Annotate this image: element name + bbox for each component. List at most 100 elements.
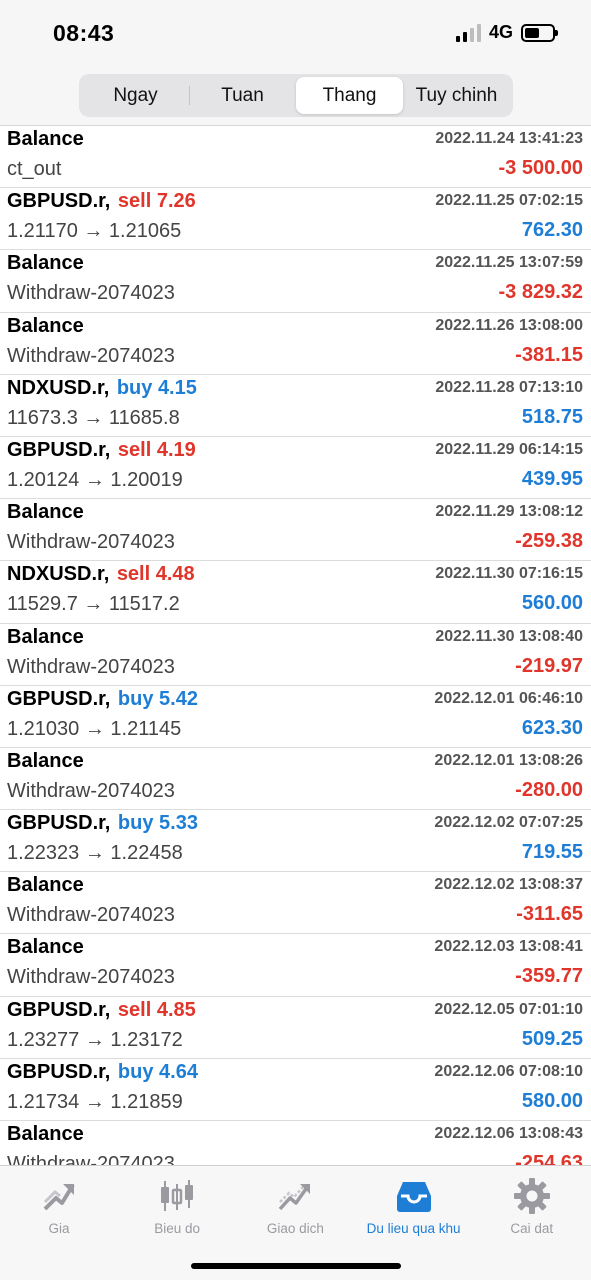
tab-du-lieu-qua-khu[interactable]: Du lieu qua khu <box>355 1166 473 1246</box>
history-row[interactable]: Balance Withdraw-2074023 2022.11.29 13:08:… <box>0 499 591 562</box>
history-row[interactable]: GBPUSD.r, sell 7.26 1.21170 → 1.21065 2022… <box>0 188 591 251</box>
row-detail: 1.23277 → 1.23172 <box>7 1028 183 1051</box>
row-datetime: 2022.12.01 06:46:10 <box>434 689 583 707</box>
tab-cai-dat[interactable]: Cai dat <box>473 1166 591 1246</box>
history-row[interactable]: Balance Withdraw-2074023 2022.12.03 13:08:… <box>0 934 591 997</box>
row-symbol: Balance <box>7 314 84 337</box>
tab-bieu-do[interactable]: Bieu do <box>118 1166 236 1246</box>
inbox-tray-icon <box>394 1176 434 1216</box>
status-bar: 08:43 4G <box>0 0 591 68</box>
row-datetime: 2022.11.26 13:08:00 <box>435 316 583 334</box>
history-row[interactable]: GBPUSD.r, buy 5.33 1.22323 → 1.22458 2022.… <box>0 810 591 873</box>
history-row[interactable]: Balance Withdraw-2074023 2022.12.01 13:08:… <box>0 748 591 811</box>
row-symbol-line: Balance <box>7 626 84 649</box>
row-datetime: 2022.11.24 13:41:23 <box>435 130 583 147</box>
history-row[interactable]: NDXUSD.r, sell 4.48 11529.7 → 11517.2 2022… <box>0 561 591 624</box>
history-row[interactable]: Balance Withdraw-2074023 2022.12.02 13:08:… <box>0 872 591 935</box>
row-symbol: Balance <box>7 252 84 275</box>
row-symbol-line: NDXUSD.r, buy 4.15 <box>7 377 197 400</box>
row-symbol-line: GBPUSD.r, buy 5.42 <box>7 688 198 711</box>
gear-icon <box>512 1176 552 1216</box>
candlestick-icon <box>157 1176 197 1216</box>
row-trade-type: sell <box>117 190 152 213</box>
row-datetime: 2022.12.06 07:08:10 <box>434 1062 583 1080</box>
row-volume: 4.64 <box>159 1060 198 1083</box>
row-symbol: Balance <box>7 936 84 959</box>
row-symbol: NDXUSD.r, <box>7 376 110 399</box>
battery-icon <box>521 23 558 42</box>
row-amount: 518.75 <box>521 405 583 428</box>
row-detail: Withdraw-2074023 <box>7 904 175 927</box>
history-row[interactable]: GBPUSD.r, sell 4.85 1.23277 → 1.23172 2022… <box>0 997 591 1059</box>
trend-arrow-icon <box>39 1176 79 1216</box>
row-symbol-line: GBPUSD.r, sell 7.26 <box>7 190 196 213</box>
history-row[interactable]: Balance Withdraw-2074023 2022.11.25 13:07:… <box>0 250 591 313</box>
row-datetime: 2022.11.25 13:07:59 <box>435 254 583 272</box>
row-trade-type: sell <box>117 438 152 461</box>
history-row[interactable]: GBPUSD.r, buy 4.64 1.21734 → 1.21859 2022.… <box>0 1059 591 1121</box>
history-list[interactable]: Balance ct_out 2022.11.24 13:41:23 -3 500.0… <box>0 126 591 1165</box>
row-amount: -381.15 <box>515 343 583 366</box>
row-amount: -280.00 <box>515 778 583 801</box>
row-symbol: Balance <box>7 128 84 150</box>
row-trade-type: buy <box>117 812 154 835</box>
row-amount: -254.63 <box>515 1152 583 1165</box>
history-row[interactable]: NDXUSD.r, buy 4.15 11673.3 → 11685.8 2022.… <box>0 375 591 437</box>
row-symbol: GBPUSD.r, <box>7 190 111 213</box>
row-volume: 4.15 <box>157 376 197 399</box>
row-detail: 1.21734 → 1.21859 <box>7 1090 183 1113</box>
history-row[interactable]: Balance ct_out 2022.11.24 13:41:23 -3 500.0… <box>0 126 591 189</box>
history-row[interactable]: GBPUSD.r, sell 4.19 1.20124 → 1.20019 2022… <box>0 437 591 500</box>
row-amount: 623.30 <box>521 716 583 739</box>
row-symbol-line: Balance <box>7 128 84 151</box>
tab-label: Du lieu qua khu <box>366 1221 461 1236</box>
row-symbol-line: NDXUSD.r, sell 4.48 <box>7 563 195 586</box>
row-detail: Withdraw-2074023 <box>7 531 175 554</box>
period-tab-thang[interactable]: Thang <box>296 77 403 114</box>
row-symbol: Balance <box>7 874 84 897</box>
row-detail: Withdraw-2074023 <box>7 344 175 367</box>
row-symbol: GBPUSD.r, <box>7 438 111 461</box>
row-volume: 5.33 <box>159 812 198 835</box>
row-symbol-line: Balance <box>7 750 84 773</box>
cellular-signal-icon <box>455 23 481 42</box>
row-symbol: GBPUSD.r, <box>7 812 111 835</box>
history-row[interactable]: Balance Withdraw-2074023 2022.11.30 13:08:… <box>0 624 591 686</box>
history-row[interactable]: Balance Withdraw-2074023 2022.11.26 13:08:… <box>0 313 591 375</box>
row-datetime: 2022.11.25 07:02:15 <box>435 192 583 210</box>
row-trade-type: buy <box>117 687 154 710</box>
period-tab-ngay[interactable]: Ngay <box>82 77 189 114</box>
row-symbol-line: Balance <box>7 874 84 897</box>
history-row[interactable]: GBPUSD.r, buy 5.42 1.21030 → 1.21145 2022.… <box>0 686 591 748</box>
row-symbol-line: Balance <box>7 315 84 338</box>
row-amount: -3 829.32 <box>498 281 583 304</box>
row-symbol-line: GBPUSD.r, sell 4.85 <box>7 999 196 1022</box>
row-datetime: 2022.12.02 07:07:25 <box>434 814 583 832</box>
row-datetime: 2022.12.01 13:08:26 <box>434 751 583 769</box>
period-tab-tuan[interactable]: Tuan <box>189 77 296 114</box>
row-symbol-line: Balance <box>7 1123 84 1146</box>
bottom-tab-bar: Gia Bieu do Giao dich Du lieu qua khu Cai da… <box>0 1165 591 1280</box>
tab-gia[interactable]: Gia <box>0 1166 118 1246</box>
row-detail: Withdraw-2074023 <box>7 282 175 305</box>
tab-giao-dich[interactable]: Giao dich <box>236 1166 354 1246</box>
history-row[interactable]: Balance Withdraw-2074023 2022.12.06 13:08:… <box>0 1121 591 1165</box>
network-type: 4G <box>488 22 513 42</box>
row-amount: 719.55 <box>521 841 583 864</box>
period-tab-tuy-chinh[interactable]: Tuy chinh <box>403 77 510 114</box>
row-datetime: 2022.11.29 06:14:15 <box>435 440 583 458</box>
row-trade-type: sell <box>117 998 152 1021</box>
tab-label: Giao dich <box>266 1221 324 1236</box>
row-symbol-line: GBPUSD.r, buy 5.33 <box>7 812 198 835</box>
row-symbol-line: Balance <box>7 501 84 524</box>
row-amount: 509.25 <box>521 1027 583 1050</box>
row-datetime: 2022.12.05 07:01:10 <box>434 1000 583 1018</box>
row-volume: 4.19 <box>156 438 196 461</box>
tab-label: Gia <box>48 1221 70 1236</box>
row-detail: 11673.3 → 11685.8 <box>7 406 180 429</box>
tab-label: Bieu do <box>154 1221 201 1236</box>
tab-label: Cai dat <box>510 1221 554 1236</box>
period-segmented-control: Ngay Tuan Thang Tuy chinh <box>79 74 513 117</box>
home-indicator <box>191 1263 401 1269</box>
row-amount: -259.38 <box>515 530 583 553</box>
